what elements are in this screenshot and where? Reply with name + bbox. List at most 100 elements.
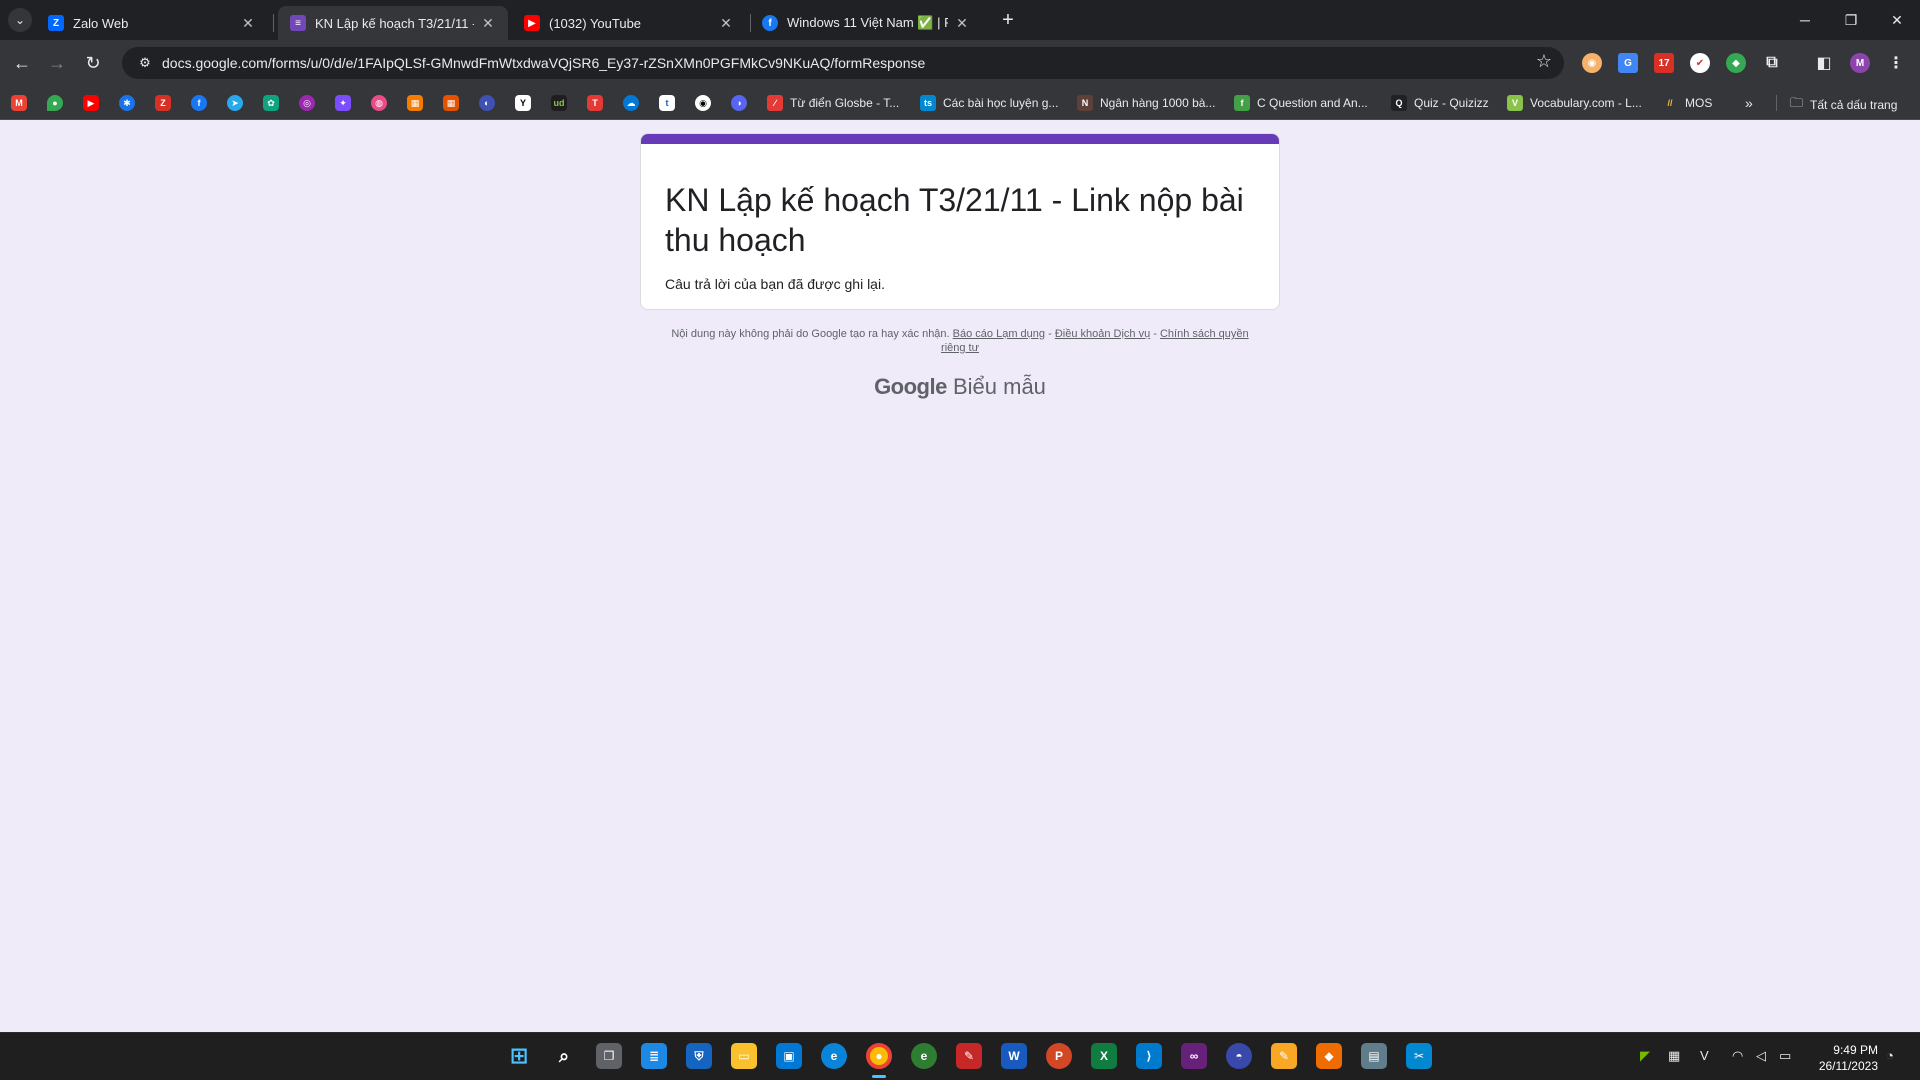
tab-title: Windows 11 Việt Nam ✅ | Fac <box>787 15 948 30</box>
bookmark-item[interactable]: Q Quiz - Quizizz <box>1391 94 1489 112</box>
close-icon[interactable]: ✕ <box>718 15 734 32</box>
menu-kebab-icon[interactable]: ⋮ <box>1886 53 1906 73</box>
google-wordmark: Google <box>874 374 947 399</box>
confirmation-message: Câu trả lời của bạn đã được ghi lại. <box>665 276 885 292</box>
bookmark-item[interactable]: N Ngân hàng 1000 bà... <box>1077 94 1215 112</box>
chat-icon[interactable]: ◎ <box>299 95 315 111</box>
snipping-tool-icon[interactable]: ✂ <box>1406 1043 1432 1069</box>
all-bookmarks-button[interactable]: 🗀 Tất cả dấu trang <box>1790 94 1897 116</box>
tab-facebook[interactable]: f Windows 11 Việt Nam ✅ | Fac ✕ <box>750 6 982 40</box>
restore-button[interactable]: ❐ <box>1828 0 1874 40</box>
bookmarks-overflow-icon[interactable]: » <box>1745 95 1753 111</box>
extensions-puzzle-icon[interactable]: ⧉ <box>1762 53 1782 73</box>
tab-search-button[interactable]: ⌄ <box>8 8 32 32</box>
nvidia-icon[interactable]: ◤ <box>1640 1048 1650 1064</box>
gmail-icon[interactable]: M <box>11 95 27 111</box>
defender-shield-icon[interactable]: ⛨ <box>686 1043 712 1069</box>
reload-icon: ↻ <box>85 52 101 73</box>
bookmark-item[interactable]: V Vocabulary.com - L... <box>1507 94 1642 112</box>
report-abuse-link[interactable]: Báo cáo Lạm dụng <box>953 328 1045 340</box>
tab-divider <box>273 14 274 32</box>
keyboard-icon[interactable]: ▦ <box>1668 1048 1680 1064</box>
word-icon[interactable]: W <box>1001 1043 1027 1069</box>
visual-studio-icon[interactable]: ∞ <box>1181 1043 1207 1069</box>
edge-icon[interactable]: e <box>821 1043 847 1069</box>
terms-of-service-link[interactable]: Điều khoản Dịch vụ <box>1055 328 1150 340</box>
extension-owl-icon[interactable]: ◉ <box>1582 53 1602 73</box>
windows-start-icon[interactable]: ⊞ <box>506 1043 532 1069</box>
file-explorer-icon[interactable]: ▭ <box>731 1043 757 1069</box>
tab-google-form[interactable]: ≡ KN Lập kế hoạch T3/21/11 - Lin ✕ <box>278 6 508 40</box>
sparkle-icon[interactable]: ✦ <box>335 95 351 111</box>
close-icon[interactable]: ✕ <box>240 15 256 32</box>
bookmark-item[interactable]: ts Các bài học luyện g... <box>920 94 1058 112</box>
chatgpt-icon[interactable]: ✿ <box>263 95 279 111</box>
system-clock[interactable]: 9:49 PM 26/11/2023 <box>1814 1042 1878 1074</box>
extension-leaf-icon[interactable]: ◆ <box>1726 53 1746 73</box>
telegram-icon[interactable]: ➤ <box>227 95 243 111</box>
battery-icon[interactable]: ▭ <box>1779 1048 1791 1064</box>
reload-button[interactable]: ↻ <box>81 51 105 75</box>
forward-button[interactable]: → <box>45 51 69 75</box>
minimize-button[interactable]: ─ <box>1782 0 1828 40</box>
discord-icon[interactable]: ◑ <box>731 95 747 111</box>
office-alt-icon[interactable]: ▦ <box>443 95 459 111</box>
google-forms-logo[interactable]: Google Biểu mẫu <box>860 374 1060 400</box>
app-tool-icon[interactable]: ▤ <box>1361 1043 1387 1069</box>
close-icon[interactable]: ✕ <box>954 15 970 32</box>
youtube-icon[interactable]: ▶ <box>83 95 99 111</box>
tab-title: KN Lập kế hoạch T3/21/11 - Lin <box>315 15 474 31</box>
maps-icon[interactable]: ● <box>47 95 63 111</box>
facebook-icon[interactable]: f <box>191 95 207 111</box>
bookmark-star-icon[interactable]: ☆ <box>1536 51 1552 72</box>
app-icon[interactable]: ✱ <box>119 95 135 111</box>
new-tab-button[interactable]: + <box>996 8 1020 32</box>
search-icon[interactable]: ⌕ <box>551 1043 577 1069</box>
dribbble-icon[interactable]: ◍ <box>371 95 387 111</box>
vscode-icon[interactable]: ⟩ <box>1136 1043 1162 1069</box>
clock-time: 9:49 PM <box>1833 1043 1878 1057</box>
side-panel-icon[interactable]: ◧ <box>1814 53 1834 73</box>
chrome-icon[interactable]: ● <box>866 1043 892 1069</box>
excel-icon[interactable]: X <box>1091 1043 1117 1069</box>
powerpoint-icon[interactable]: P <box>1046 1043 1072 1069</box>
microsoft-store-icon[interactable]: ▣ <box>776 1043 802 1069</box>
app-kite-icon[interactable]: ◆ <box>1316 1043 1342 1069</box>
eclipse-icon[interactable]: ◓ <box>1226 1043 1252 1069</box>
bookmark-label: Quiz - Quizizz <box>1414 96 1489 110</box>
url-text[interactable]: docs.google.com/forms/u/0/d/e/1FAIpQLSf-… <box>162 55 925 71</box>
wifi-icon[interactable]: ◠ <box>1732 1048 1743 1064</box>
ts-icon: ts <box>920 95 936 111</box>
close-icon[interactable]: ✕ <box>480 15 496 32</box>
github-icon[interactable]: ◉ <box>695 95 711 111</box>
t-blue-icon[interactable]: t <box>659 95 675 111</box>
edge-dev-icon[interactable]: e <box>911 1043 937 1069</box>
onedrive-icon[interactable]: ☁ <box>623 95 639 111</box>
profile-avatar[interactable]: M <box>1850 53 1870 73</box>
close-window-button[interactable]: ✕ <box>1874 0 1920 40</box>
sticky-notes-icon[interactable]: ✎ <box>1271 1043 1297 1069</box>
notepad-icon[interactable]: ≣ <box>641 1043 667 1069</box>
bookmark-item[interactable]: f C Question and An... <box>1234 94 1368 112</box>
zalo-icon[interactable]: Z <box>155 95 171 111</box>
tab-zalo[interactable]: Z Zalo Web ✕ <box>36 6 268 40</box>
notification-bell-icon[interactable]: ◔ <box>1886 1048 1894 1063</box>
vietkey-icon[interactable]: V <box>1700 1048 1709 1063</box>
google-translate-icon[interactable]: G <box>1618 53 1638 73</box>
bookmark-item[interactable]: ∕ Từ điển Glosbe - T... <box>767 94 899 112</box>
grammar-extension-icon[interactable]: ✔ <box>1690 53 1710 73</box>
y-icon[interactable]: Y <box>515 95 531 111</box>
tab-youtube[interactable]: ▶ (1032) YouTube ✕ <box>512 6 746 40</box>
address-bar[interactable]: ⚙ docs.google.com/forms/u/0/d/e/1FAIpQLS… <box>122 47 1564 79</box>
t-icon[interactable]: T <box>587 95 603 111</box>
calendar-extension-icon[interactable]: 17 <box>1654 53 1674 73</box>
ud-icon[interactable]: ud <box>551 95 567 111</box>
back-button[interactable]: ← <box>10 51 34 75</box>
site-info-icon[interactable]: ⚙ <box>130 55 160 71</box>
office-icon[interactable]: ▦ <box>407 95 423 111</box>
volume-icon[interactable]: ◁ <box>1756 1048 1766 1064</box>
bookmark-item[interactable]: // MOS <box>1662 94 1712 112</box>
task-view-icon[interactable]: ❐ <box>596 1043 622 1069</box>
app-circle-icon[interactable]: ◐ <box>479 95 495 111</box>
pdf-editor-icon[interactable]: ✎ <box>956 1043 982 1069</box>
